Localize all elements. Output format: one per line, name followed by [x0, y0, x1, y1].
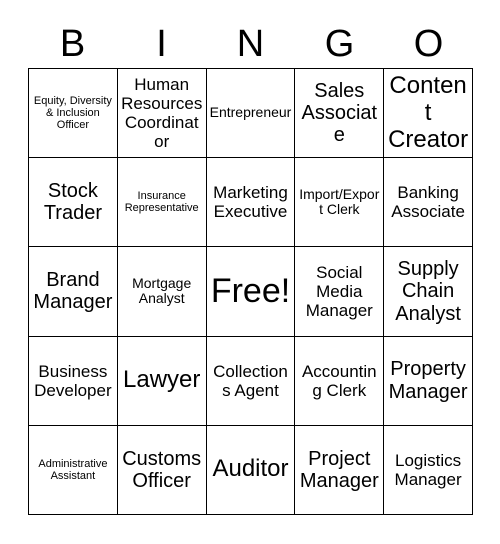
bingo-cell[interactable]: Sales Associate — [295, 69, 385, 159]
bingo-cell[interactable]: Entrepreneur — [206, 69, 296, 159]
bingo-cell-label: Banking Associate — [391, 183, 465, 222]
bingo-cell[interactable]: Administrative Assistant — [29, 425, 118, 515]
bingo-cell[interactable]: Project Manager — [295, 425, 385, 515]
bingo-cell[interactable]: Insurance Representative — [117, 158, 207, 248]
bingo-cell-label: Content Creator — [388, 71, 469, 153]
bingo-cell[interactable]: Social Media Manager — [295, 247, 385, 337]
bingo-cell[interactable]: Human Resources Coordinator — [117, 69, 207, 159]
bingo-cell[interactable]: Collections Agent — [206, 336, 296, 426]
bingo-cell-label: Property Manager — [388, 358, 468, 403]
bingo-cell-label: Accounting Clerk — [301, 361, 377, 400]
bingo-free-space[interactable]: Free! — [206, 247, 296, 337]
bingo-cell[interactable]: Brand Manager — [29, 247, 118, 337]
bingo-cell-label: Logistics Manager — [394, 450, 462, 489]
bingo-cell-label: Equity, Diversity & Inclusion Officer — [33, 94, 112, 132]
bingo-cell-label: Sales Associate — [301, 79, 378, 147]
bingo-cell[interactable]: Lawyer — [117, 336, 207, 426]
bingo-header-letter-o: O — [413, 23, 444, 65]
bingo-cell[interactable]: Logistics Manager — [384, 425, 473, 515]
bingo-header-letter-i: I — [156, 23, 167, 65]
bingo-cell[interactable]: Equity, Diversity & Inclusion Officer — [29, 69, 118, 159]
bingo-cell[interactable]: Business Developer — [29, 336, 118, 426]
bingo-cell[interactable]: Auditor — [206, 425, 296, 515]
bingo-cell[interactable]: Banking Associate — [384, 158, 473, 248]
bingo-cell-label: Customs Officer — [122, 447, 202, 492]
bingo-grid: Equity, Diversity & Inclusion Officer Hum… — [28, 68, 473, 515]
bingo-cell[interactable]: Content Creator — [384, 69, 473, 159]
bingo-cell[interactable]: Property Manager — [384, 336, 473, 426]
bingo-cell[interactable]: Marketing Executive — [206, 158, 296, 248]
bingo-cell-label: Lawyer — [123, 366, 201, 394]
bingo-cell[interactable]: Import/Export Clerk — [295, 158, 385, 248]
bingo-cell-label: Business Developer — [34, 361, 112, 400]
bingo-cell-label: Supply Chain Analyst — [395, 257, 461, 325]
bingo-header-letter-g: G — [324, 23, 355, 65]
bingo-free-space-label: Free! — [210, 272, 291, 311]
bingo-cell-label: Insurance Representative — [124, 189, 199, 215]
bingo-cell-label: Administrative Assistant — [38, 457, 108, 482]
bingo-cell[interactable]: Stock Trader — [29, 158, 118, 248]
bingo-cell-label: Entrepreneur — [209, 104, 292, 121]
bingo-header-letter-b: B — [59, 23, 86, 65]
bingo-cell-label: Collections Agent — [213, 361, 288, 400]
bingo-cell[interactable]: Supply Chain Analyst — [384, 247, 473, 337]
bingo-cell[interactable]: Accounting Clerk — [295, 336, 385, 426]
bingo-cell-label: Stock Trader — [43, 179, 102, 225]
bingo-cell-label: Social Media Manager — [305, 262, 373, 320]
bingo-header-letter-n: N — [236, 23, 265, 65]
bingo-cell-label: Human Resources Coordinator — [121, 75, 203, 152]
bingo-cell-label: Auditor — [212, 455, 289, 483]
bingo-header-row: B I N G O — [28, 20, 473, 68]
bingo-cell-label: Project Manager — [299, 447, 379, 492]
bingo-cell-label: Marketing Executive — [213, 183, 288, 222]
bingo-cell-label: Brand Manager — [33, 269, 113, 314]
bingo-cell-label: Mortgage Analyst — [132, 274, 192, 307]
bingo-cell[interactable]: Customs Officer — [117, 425, 207, 515]
bingo-cell[interactable]: Mortgage Analyst — [117, 247, 207, 337]
bingo-card: B I N G O Equity, Diversity & Inclusion … — [0, 0, 500, 544]
bingo-cell-label: Import/Export Clerk — [299, 185, 380, 218]
